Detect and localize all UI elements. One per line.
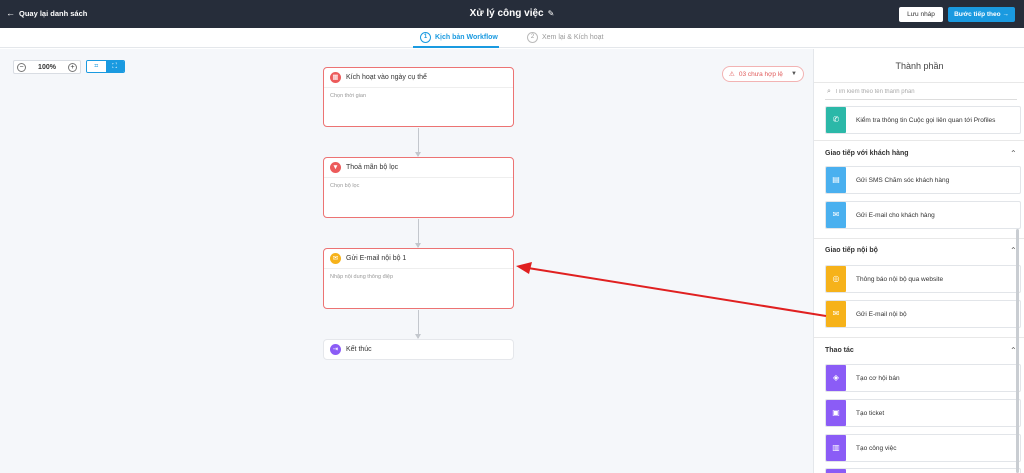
component-send-internal-email[interactable]: ✉ Gửi E-mail nội bộ (825, 300, 1021, 328)
node-subtitle: Chọn bộ lọc (330, 183, 360, 189)
node-header: ▼ Thoả mãn bộ lọc (324, 158, 513, 178)
component-create-opportunity[interactable]: ◈ Tạo cơ hội bán (825, 364, 1021, 392)
edit-icon[interactable]: ✎ (548, 9, 555, 18)
step-label: Xem lại & Kích hoạt (542, 34, 604, 41)
back-to-list-button[interactable]: ← Quay lại danh sách (6, 8, 88, 19)
divider (814, 140, 1024, 141)
connector-arrow (415, 310, 421, 339)
component-create-ticket[interactable]: ▣ Tạo ticket (825, 399, 1021, 427)
component-icon (826, 469, 846, 473)
tag-icon: ◈ (826, 365, 846, 391)
connector-arrow (415, 219, 421, 248)
zoom-control: − 100% + (13, 60, 81, 74)
workflow-node-trigger[interactable]: ▦ Kích hoạt vào ngày cụ thể Chọn thời gi… (323, 67, 514, 127)
panel-title: Thành phần (895, 61, 944, 71)
component-label: Gửi SMS Chăm sóc khách hàng (856, 176, 950, 184)
search-input[interactable] (834, 89, 1005, 95)
component-label: Tạo công việc (856, 444, 897, 452)
zoom-out-button[interactable]: − (17, 62, 26, 72)
component-partial[interactable] (825, 468, 1021, 473)
calendar-icon: ▦ (330, 72, 341, 83)
component-check-call-info[interactable]: ✆ Kiểm tra thông tin Cuộc gọi liên quan … (825, 106, 1021, 134)
globe-icon: ◎ (826, 266, 846, 292)
mail-icon: ✉ (826, 202, 846, 228)
warning-icon: ⚠ (729, 71, 735, 78)
view-toggle: ⌗ ⛶ (86, 60, 125, 73)
next-step-button[interactable]: Bước tiếp theo → (948, 7, 1015, 22)
arrow-left-icon: ← (6, 8, 15, 18)
fullscreen-button[interactable]: ⛶ (105, 61, 124, 72)
component-label: Tạo cơ hội bán (856, 374, 900, 382)
component-label: Tạo ticket (856, 409, 885, 417)
invalid-count-label: 03 chưa hợp lệ (738, 70, 783, 78)
workflow-node-filter[interactable]: ▼ Thoả mãn bộ lọc Chọn bộ lọc (323, 157, 514, 218)
node-header: ✉ Gửi E-mail nội bộ 1 (324, 249, 513, 269)
fit-view-button[interactable]: ⌗ (87, 61, 106, 72)
invalid-count-dropdown[interactable]: ⚠ 03 chưa hợp lệ ▼ (722, 66, 804, 82)
component-send-email-customer[interactable]: ✉ Gửi E-mail cho khách hàng (825, 201, 1021, 229)
component-label: Gửi E-mail nội bộ (856, 310, 907, 318)
node-title: Kích hoạt vào ngày cụ thể (346, 74, 427, 81)
divider (814, 82, 1024, 83)
step-number: 1 (420, 32, 431, 43)
chevron-up-icon[interactable]: ⌃ (1010, 149, 1017, 158)
step-number: 2 (527, 32, 538, 43)
divider (814, 337, 1024, 338)
step-workflow-tab[interactable]: 1 Kịch bản Workflow (420, 32, 498, 43)
sms-icon: ▤ (826, 167, 846, 193)
component-label: Kiểm tra thông tin Cuộc gọi liên quan tớ… (856, 116, 996, 124)
filter-icon: ▼ (330, 162, 341, 173)
mail-icon: ✉ (826, 301, 846, 327)
zoom-level: 100% (38, 63, 56, 71)
node-subtitle: Nhập nội dung thông điệp (330, 274, 393, 280)
divider (814, 238, 1024, 239)
search-icon: ⌕ (827, 88, 831, 95)
step-label: Kịch bản Workflow (435, 34, 498, 41)
phone-icon: ✆ (826, 107, 846, 133)
node-title: Kết thúc (346, 346, 372, 353)
workflow-canvas[interactable]: − 100% + ⌗ ⛶ ⚠ 03 chưa hợp lệ ▼ ▦ Kích h… (0, 49, 813, 473)
component-create-task[interactable]: ▥ Tạo công việc (825, 434, 1021, 462)
component-label: Gửi E-mail cho khách hàng (856, 211, 935, 219)
panel-scrollbar[interactable] (1016, 229, 1019, 473)
back-label: Quay lại danh sách (19, 9, 88, 18)
component-internal-web-notification[interactable]: ◎ Thông báo nội bộ qua website (825, 265, 1021, 293)
section-title-actions: Thao tác (825, 347, 854, 354)
exit-icon: ⇥ (330, 344, 341, 355)
node-header: ▦ Kích hoạt vào ngày cụ thể (324, 68, 513, 88)
document-icon: ▥ (826, 435, 846, 461)
node-subtitle: Chọn thời gian (330, 93, 367, 99)
connector-arrow (415, 128, 421, 157)
top-bar: ← Quay lại danh sách Xử lý công việc ✎ Lư… (0, 0, 1024, 28)
workflow-node-end[interactable]: ⇥ Kết thúc (323, 339, 514, 360)
step-review-tab[interactable]: 2 Xem lại & Kích hoạt (527, 32, 603, 43)
ticket-icon: ▣ (826, 400, 846, 426)
stepper: 1 Kịch bản Workflow 2 Xem lại & Kích hoạ… (0, 28, 1024, 48)
component-search: ⌕ (825, 85, 1017, 100)
next-step-label: Bước tiếp theo (954, 11, 1001, 18)
node-title: Gửi E-mail nội bộ 1 (346, 255, 407, 262)
components-panel: Thành phần ⌕ ✆ Kiểm tra thông tin Cuộc g… (813, 49, 1024, 473)
zoom-in-button[interactable]: + (68, 62, 77, 72)
workflow-name: Xử lý công việc (469, 8, 544, 19)
component-send-sms[interactable]: ▤ Gửi SMS Chăm sóc khách hàng (825, 166, 1021, 194)
mail-icon: ✉ (330, 253, 341, 264)
component-label: Thông báo nội bộ qua website (856, 275, 944, 283)
section-title-customer-communication: Giao tiếp với khách hàng (825, 150, 909, 157)
active-step-indicator (413, 46, 499, 48)
workflow-node-internal-email[interactable]: ✉ Gửi E-mail nội bộ 1 Nhập nội dung thôn… (323, 248, 514, 309)
node-header: ⇥ Kết thúc (324, 340, 513, 359)
node-title: Thoả mãn bộ lọc (346, 164, 399, 171)
save-draft-button[interactable]: Lưu nháp (899, 7, 943, 22)
section-title-internal-communication: Giao tiếp nội bộ (825, 247, 878, 254)
page-title: Xử lý công việc ✎ (0, 8, 1024, 19)
chevron-down-icon: ▼ (791, 71, 797, 77)
